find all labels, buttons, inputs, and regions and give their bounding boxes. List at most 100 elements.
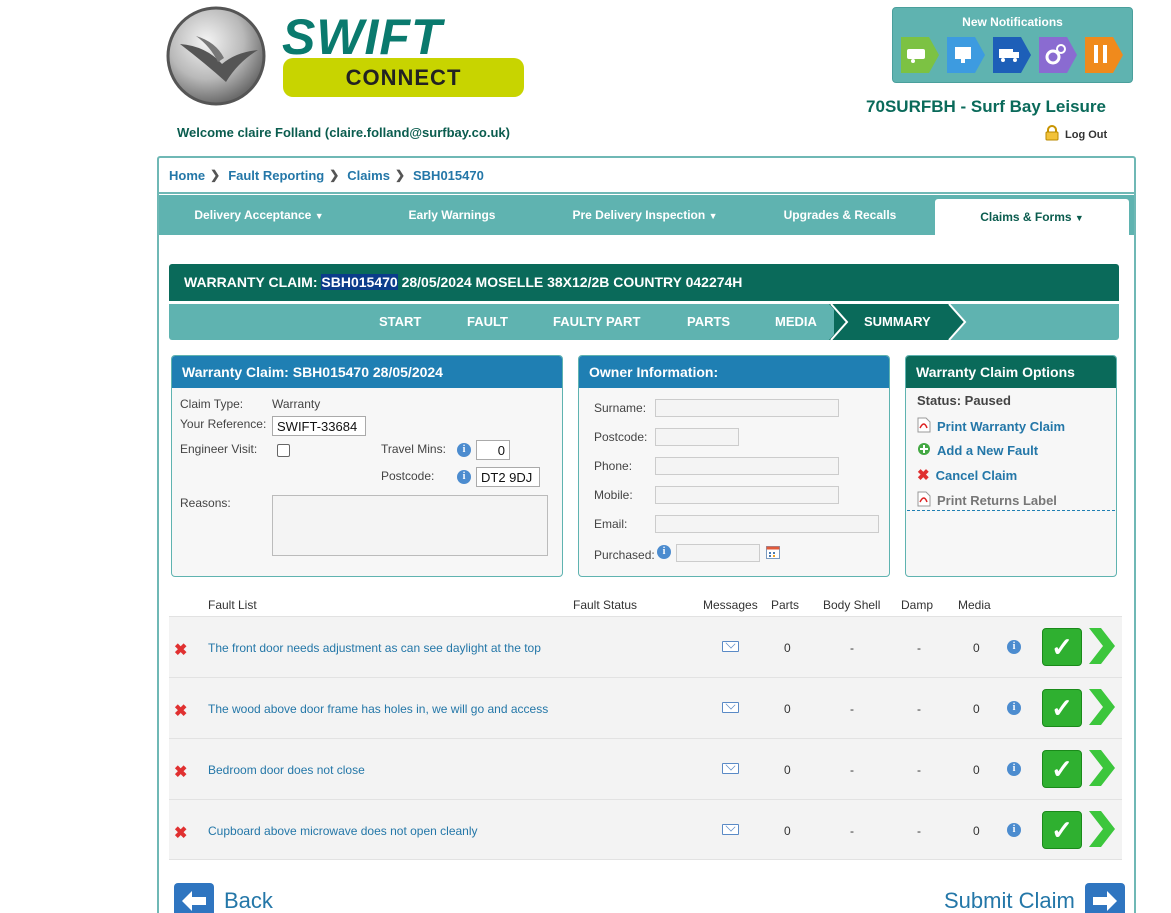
- your-ref-field[interactable]: SWIFT-33684: [272, 416, 366, 436]
- cancel-claim-link[interactable]: ✖ Cancel Claim: [917, 466, 1017, 484]
- travel-mins-field[interactable]: 0: [476, 440, 510, 460]
- fault-description[interactable]: Cupboard above microwave does not open c…: [208, 824, 478, 838]
- fault-description[interactable]: The front door needs adjustment as can s…: [208, 641, 541, 655]
- postcode-label: Postcode:: [381, 469, 435, 483]
- fault-description[interactable]: The wood above door frame has holes in, …: [208, 702, 548, 716]
- breadcrumb-fault-reporting[interactable]: Fault Reporting: [228, 168, 324, 183]
- col-messages: Messages: [703, 598, 758, 612]
- col-fault-list: Fault List: [208, 598, 257, 612]
- caret-down-icon: ▼: [314, 211, 324, 221]
- padlock-icon: [1044, 125, 1060, 144]
- damp-value: -: [917, 824, 921, 838]
- approve-check-button[interactable]: ✓: [1042, 811, 1082, 849]
- welcome-text: Welcome claire Folland (claire.folland@s…: [177, 125, 510, 140]
- monitor-icon[interactable]: [945, 33, 987, 77]
- nav-upgrades-recalls[interactable]: Upgrades & Recalls: [745, 195, 935, 235]
- breadcrumb: Home ❯ Fault Reporting ❯ Claims ❯ SBH015470: [159, 158, 1134, 194]
- add-fault-label: Add a New Fault: [937, 443, 1039, 458]
- calendar-icon[interactable]: [766, 545, 780, 562]
- caravan-icon[interactable]: [899, 33, 941, 77]
- add-fault-link[interactable]: Add a New Fault: [917, 442, 1038, 459]
- claim-header-rest: 28/05/2024 MOSELLE 38X12/2B COUNTRY 0422…: [401, 274, 743, 290]
- step-start[interactable]: START: [379, 304, 421, 340]
- caret-down-icon: ▼: [708, 211, 718, 221]
- info-icon[interactable]: i: [1007, 823, 1021, 837]
- step-fault[interactable]: FAULT: [467, 304, 508, 340]
- claim-type-label: Claim Type:: [180, 397, 244, 411]
- delete-fault-icon[interactable]: ✖: [174, 640, 187, 660]
- chevron-right-icon[interactable]: [1087, 748, 1117, 788]
- owner-postcode-field[interactable]: [655, 428, 739, 446]
- info-icon[interactable]: i: [457, 470, 471, 484]
- step-summary[interactable]: SUMMARY: [864, 304, 931, 340]
- phone-field[interactable]: [655, 457, 839, 475]
- damp-value: -: [917, 763, 921, 777]
- back-button[interactable]: Back: [174, 883, 273, 913]
- info-icon[interactable]: i: [1007, 762, 1021, 776]
- approve-check-button[interactable]: ✓: [1042, 628, 1082, 666]
- postcode-field[interactable]: DT2 9DJ: [476, 467, 540, 487]
- nav-label: Pre Delivery Inspection: [572, 208, 706, 222]
- owner-panel: Owner Information: Surname: Postcode: Ph…: [578, 355, 890, 577]
- back-label: Back: [224, 888, 273, 913]
- col-media: Media: [958, 598, 991, 612]
- print-claim-link[interactable]: Print Warranty Claim: [917, 417, 1065, 436]
- pdf-icon: [917, 491, 931, 510]
- envelope-icon[interactable]: [722, 641, 739, 652]
- nav-delivery-acceptance[interactable]: Delivery Acceptance ▼: [159, 195, 359, 235]
- approve-check-button[interactable]: ✓: [1042, 750, 1082, 788]
- engineer-visit-checkbox[interactable]: [277, 444, 290, 457]
- cancel-claim-label: Cancel Claim: [935, 467, 1018, 483]
- pdf-icon: [917, 417, 931, 436]
- phone-label: Phone:: [594, 459, 633, 473]
- chevron-right-icon[interactable]: [1087, 687, 1117, 727]
- envelope-icon[interactable]: [722, 702, 739, 713]
- surname-field[interactable]: [655, 399, 839, 417]
- chevron-right-icon[interactable]: [1087, 809, 1117, 849]
- info-icon[interactable]: i: [1007, 701, 1021, 715]
- owner-postcode-label: Postcode:: [594, 430, 648, 444]
- step-parts[interactable]: PARTS: [687, 304, 730, 340]
- body-shell-value: -: [850, 702, 854, 716]
- envelope-icon[interactable]: [722, 763, 739, 774]
- media-count: 0: [973, 641, 980, 655]
- approve-check-button[interactable]: ✓: [1042, 689, 1082, 727]
- print-returns-link[interactable]: Print Returns Label: [917, 491, 1057, 510]
- chevron-right-icon[interactable]: [1087, 626, 1117, 666]
- breadcrumb-current[interactable]: SBH015470: [413, 168, 484, 183]
- nav-pre-delivery-inspection[interactable]: Pre Delivery Inspection ▼: [545, 195, 745, 235]
- mobile-field[interactable]: [655, 486, 839, 504]
- purchased-label: Purchased:: [594, 548, 655, 562]
- email-label: Email:: [594, 517, 628, 531]
- delete-fault-icon[interactable]: ✖: [174, 701, 187, 721]
- breadcrumb-home[interactable]: Home: [169, 168, 205, 183]
- nav-early-warnings[interactable]: Early Warnings: [359, 195, 545, 235]
- purchased-field[interactable]: [676, 544, 760, 562]
- info-icon[interactable]: i: [657, 545, 671, 559]
- step-faulty-part[interactable]: FAULTY PART: [553, 304, 640, 340]
- info-icon[interactable]: i: [457, 443, 471, 457]
- nav-claims-forms[interactable]: Claims & Forms ▼: [935, 199, 1129, 235]
- logout-link[interactable]: Log Out: [1044, 125, 1107, 144]
- travel-mins-label: Travel Mins:: [381, 442, 446, 456]
- envelope-icon[interactable]: [722, 824, 739, 835]
- delete-fault-icon[interactable]: ✖: [174, 823, 187, 843]
- submit-claim-button[interactable]: Submit Claim: [944, 883, 1125, 913]
- reasons-textarea[interactable]: [272, 495, 548, 556]
- gears-icon[interactable]: [1037, 33, 1079, 77]
- fault-description[interactable]: Bedroom door does not close: [208, 763, 365, 777]
- notifications-title: New Notifications: [962, 15, 1063, 29]
- body-shell-value: -: [850, 763, 854, 777]
- mobile-label: Mobile:: [594, 488, 633, 502]
- step-media[interactable]: MEDIA: [775, 304, 817, 340]
- breadcrumb-claims[interactable]: Claims: [347, 168, 390, 183]
- submit-label: Submit Claim: [944, 888, 1075, 913]
- info-icon[interactable]: i: [1007, 640, 1021, 654]
- brand-sub: CONNECT: [283, 58, 524, 97]
- tools-icon[interactable]: [1083, 33, 1125, 77]
- parts-count: 0: [784, 824, 791, 838]
- email-field[interactable]: [655, 515, 879, 533]
- truck-icon[interactable]: [991, 33, 1033, 77]
- delete-fault-icon[interactable]: ✖: [174, 762, 187, 782]
- step-bar: START FAULT FAULTY PART PARTS MEDIA SUMM…: [169, 304, 1119, 340]
